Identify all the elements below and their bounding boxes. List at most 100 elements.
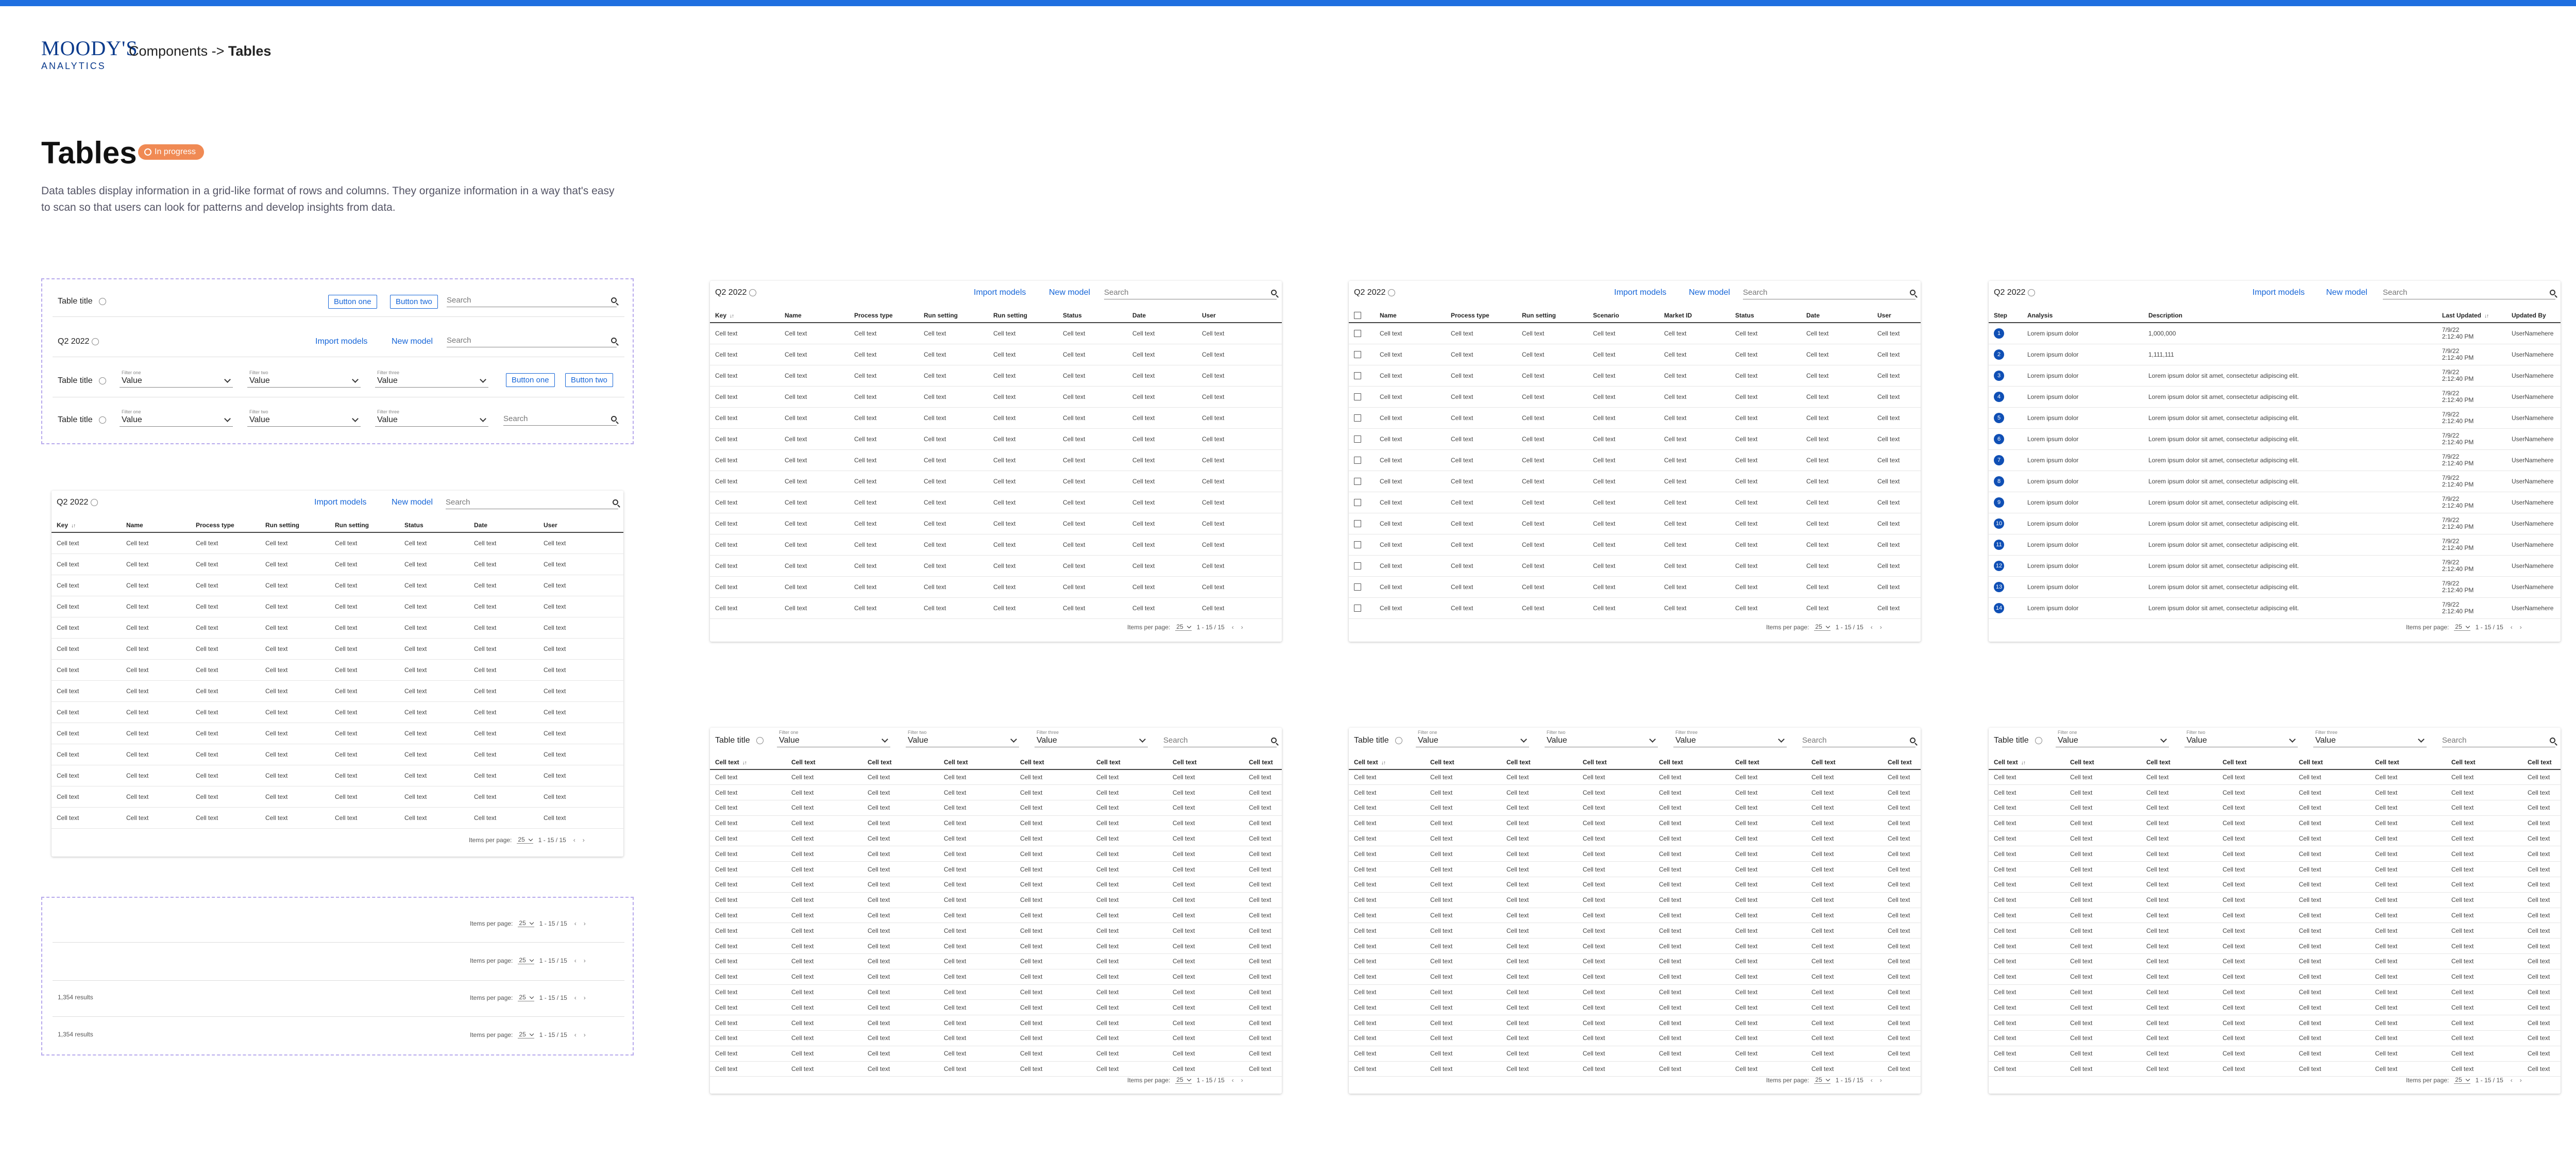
table-row[interactable]: 4 Lorem ipsum dolor Lorem ipsum dolor sit … bbox=[1989, 386, 2561, 408]
column-header[interactable]: Cell text bbox=[2065, 756, 2141, 770]
table-row[interactable]: Cell text Cell text Cell text Cell text Cell… bbox=[1349, 534, 1921, 556]
column-header[interactable]: Name bbox=[1375, 309, 1446, 323]
search-input[interactable]: Search bbox=[1743, 286, 1916, 299]
table-row[interactable]: 12 Lorem ipsum dolor Lorem ipsum dolor sit… bbox=[1989, 555, 2561, 577]
next-page-icon[interactable]: › bbox=[583, 836, 585, 844]
column-header[interactable]: Cell text bbox=[2522, 756, 2561, 770]
table-row[interactable]: 1 Lorem ipsum dolor 1,000,000 7/9/22 2:12:40… bbox=[1989, 323, 2561, 344]
table-row[interactable]: Cell text Cell text Cell text Cell text Cell… bbox=[710, 861, 1282, 878]
next-page-icon[interactable]: › bbox=[1241, 1077, 1243, 1084]
new-model-link[interactable]: New model bbox=[2326, 288, 2367, 297]
column-header[interactable]: User bbox=[1872, 309, 1921, 323]
table-row[interactable]: Cell text Cell text Cell text Cell text Cell… bbox=[1349, 449, 1921, 471]
column-header[interactable]: Run setting bbox=[1517, 309, 1588, 323]
table-row[interactable]: 9 Lorem ipsum dolor Lorem ipsum dolor sit … bbox=[1989, 492, 2561, 513]
filter-select[interactable]: Filter two Value bbox=[906, 730, 1019, 747]
table-row[interactable]: Cell text Cell text Cell text Cell text Cell… bbox=[710, 1015, 1282, 1031]
column-header[interactable]: Cell text ↓↑ bbox=[1349, 756, 1425, 770]
table-row[interactable]: Cell text Cell text Cell text Cell text Cell… bbox=[1989, 1061, 2561, 1077]
table-row[interactable]: Cell text Cell text Cell text Cell text Cell… bbox=[710, 784, 1282, 801]
table-row[interactable]: Cell text Cell text Cell text Cell text Cell… bbox=[1349, 1061, 1921, 1077]
prev-page-icon[interactable]: ‹ bbox=[1232, 624, 1234, 631]
column-header[interactable]: Date bbox=[469, 518, 538, 533]
table-row[interactable]: 7 Lorem ipsum dolor Lorem ipsum dolor sit … bbox=[1989, 449, 2561, 471]
table-row[interactable]: Cell text Cell text Cell text Cell text Cell… bbox=[1989, 892, 2561, 908]
table-row[interactable]: Cell text Cell text Cell text Cell text Cell… bbox=[52, 701, 623, 723]
row-checkbox[interactable] bbox=[1354, 541, 1361, 548]
next-page-icon[interactable]: › bbox=[584, 957, 586, 964]
table-row[interactable]: Cell text Cell text Cell text Cell text Cell… bbox=[52, 532, 623, 554]
column-header[interactable]: Cell text bbox=[786, 756, 862, 770]
filter-select[interactable]: Filter one Value bbox=[120, 409, 233, 427]
table-row[interactable]: Cell text Cell text Cell text Cell text Cell… bbox=[710, 513, 1282, 534]
search-input[interactable]: Search bbox=[447, 294, 617, 307]
table-row[interactable]: 10 Lorem ipsum dolor Lorem ipsum dolor sit… bbox=[1989, 513, 2561, 534]
table-row[interactable]: Cell text Cell text Cell text Cell text Cell… bbox=[1349, 908, 1921, 924]
table-row[interactable]: Cell text Cell text Cell text Cell text Cell… bbox=[1989, 846, 2561, 862]
info-icon[interactable] bbox=[99, 416, 106, 424]
search-input[interactable]: Search bbox=[2383, 286, 2555, 299]
table-row[interactable]: Cell text Cell text Cell text Cell text Cell… bbox=[710, 471, 1282, 492]
column-header[interactable]: Name bbox=[121, 518, 191, 533]
table-row[interactable]: Cell text Cell text Cell text Cell text Cell… bbox=[52, 744, 623, 765]
items-per-page-select[interactable]: 25 bbox=[1814, 1076, 1831, 1084]
table-row[interactable]: Cell text Cell text Cell text Cell text Cell… bbox=[1349, 597, 1921, 619]
info-icon[interactable] bbox=[99, 377, 106, 384]
table-row[interactable]: Cell text Cell text Cell text Cell text Cell… bbox=[52, 723, 623, 744]
items-per-page-select[interactable]: 25 bbox=[1175, 623, 1192, 631]
info-icon[interactable] bbox=[1395, 737, 1402, 744]
filter-select[interactable]: Filter two Value bbox=[1545, 730, 1658, 747]
moodys-analytics-logo[interactable]: MOODY'S ANALYTICS bbox=[41, 38, 138, 72]
search-input[interactable]: Search bbox=[447, 334, 617, 347]
row-checkbox[interactable] bbox=[1354, 414, 1361, 422]
new-model-link[interactable]: New model bbox=[392, 337, 433, 346]
column-header[interactable]: Process type bbox=[191, 518, 260, 533]
table-row[interactable]: 5 Lorem ipsum dolor Lorem ipsum dolor sit … bbox=[1989, 407, 2561, 429]
prev-page-icon[interactable]: ‹ bbox=[574, 1031, 577, 1038]
table-row[interactable]: Cell text Cell text Cell text Cell text Cell… bbox=[710, 984, 1282, 1000]
import-models-link[interactable]: Import models bbox=[2252, 288, 2304, 297]
table-row[interactable]: Cell text Cell text Cell text Cell text Cell… bbox=[1989, 1015, 2561, 1031]
table-row[interactable]: Cell text Cell text Cell text Cell text Cell… bbox=[1349, 815, 1921, 831]
table-row[interactable]: Cell text Cell text Cell text Cell text Cell… bbox=[1349, 471, 1921, 492]
filter-select[interactable]: Filter one Value bbox=[1416, 730, 1529, 747]
prev-page-icon[interactable]: ‹ bbox=[574, 994, 577, 1001]
row-checkbox[interactable] bbox=[1354, 498, 1361, 506]
table-row[interactable]: Cell text Cell text Cell text Cell text Cell… bbox=[1349, 769, 1921, 785]
filter-select[interactable]: Filter three Value bbox=[375, 370, 488, 388]
filter-select[interactable]: Filter two Value bbox=[2184, 730, 2298, 747]
table-row[interactable]: Cell text Cell text Cell text Cell text Cell… bbox=[710, 323, 1282, 344]
table-row[interactable]: Cell text Cell text Cell text Cell text Cell… bbox=[1989, 999, 2561, 1016]
items-per-page-select[interactable]: 25 bbox=[1175, 1076, 1192, 1084]
table-row[interactable]: Cell text Cell text Cell text Cell text Cell… bbox=[710, 344, 1282, 365]
table-row[interactable]: Cell text Cell text Cell text Cell text Cell… bbox=[710, 492, 1282, 513]
filter-select[interactable]: Filter three Value bbox=[1035, 730, 1148, 747]
search-input[interactable]: Search bbox=[1802, 734, 1916, 747]
table-row[interactable]: Cell text Cell text Cell text Cell text Cell… bbox=[1989, 953, 2561, 969]
table-row[interactable]: Cell text Cell text Cell text Cell text Cell… bbox=[1349, 999, 1921, 1016]
info-icon[interactable] bbox=[92, 338, 99, 345]
row-checkbox[interactable] bbox=[1354, 456, 1361, 464]
filter-select[interactable]: Filter three Value bbox=[1673, 730, 1787, 747]
table-row[interactable]: Cell text Cell text Cell text Cell text Cell… bbox=[1349, 344, 1921, 365]
table-row[interactable]: Cell text Cell text Cell text Cell text Cell… bbox=[1349, 407, 1921, 429]
column-header[interactable]: Run setting bbox=[260, 518, 330, 533]
next-page-icon[interactable]: › bbox=[1241, 624, 1243, 631]
table-row[interactable]: Cell text Cell text Cell text Cell text Cell… bbox=[1349, 938, 1921, 954]
column-header[interactable]: Cell text bbox=[1883, 756, 1921, 770]
table-row[interactable]: Cell text Cell text Cell text Cell text Cell… bbox=[1989, 769, 2561, 785]
table-row[interactable]: 3 Lorem ipsum dolor Lorem ipsum dolor sit … bbox=[1989, 365, 2561, 387]
table-row[interactable]: Cell text Cell text Cell text Cell text Cell… bbox=[1349, 953, 1921, 969]
new-model-link[interactable]: New model bbox=[1049, 288, 1090, 297]
table-row[interactable]: Cell text Cell text Cell text Cell text Cell… bbox=[52, 659, 623, 681]
table-row[interactable]: Cell text Cell text Cell text Cell text Cell… bbox=[52, 786, 623, 808]
table-row[interactable]: Cell text Cell text Cell text Cell text Cell… bbox=[1349, 365, 1921, 387]
column-header[interactable]: Run setting bbox=[988, 309, 1058, 323]
column-header[interactable]: Run setting bbox=[330, 518, 399, 533]
sort-icon[interactable]: ↓↑ bbox=[730, 313, 734, 319]
row-checkbox[interactable] bbox=[1354, 435, 1361, 443]
table-row[interactable]: Cell text Cell text Cell text Cell text Cell… bbox=[710, 908, 1282, 924]
table-row[interactable]: Cell text Cell text Cell text Cell text Cell… bbox=[710, 597, 1282, 619]
table-row[interactable]: Cell text Cell text Cell text Cell text Cell… bbox=[710, 428, 1282, 450]
table-row[interactable]: Cell text Cell text Cell text Cell text Cell… bbox=[1349, 800, 1921, 816]
